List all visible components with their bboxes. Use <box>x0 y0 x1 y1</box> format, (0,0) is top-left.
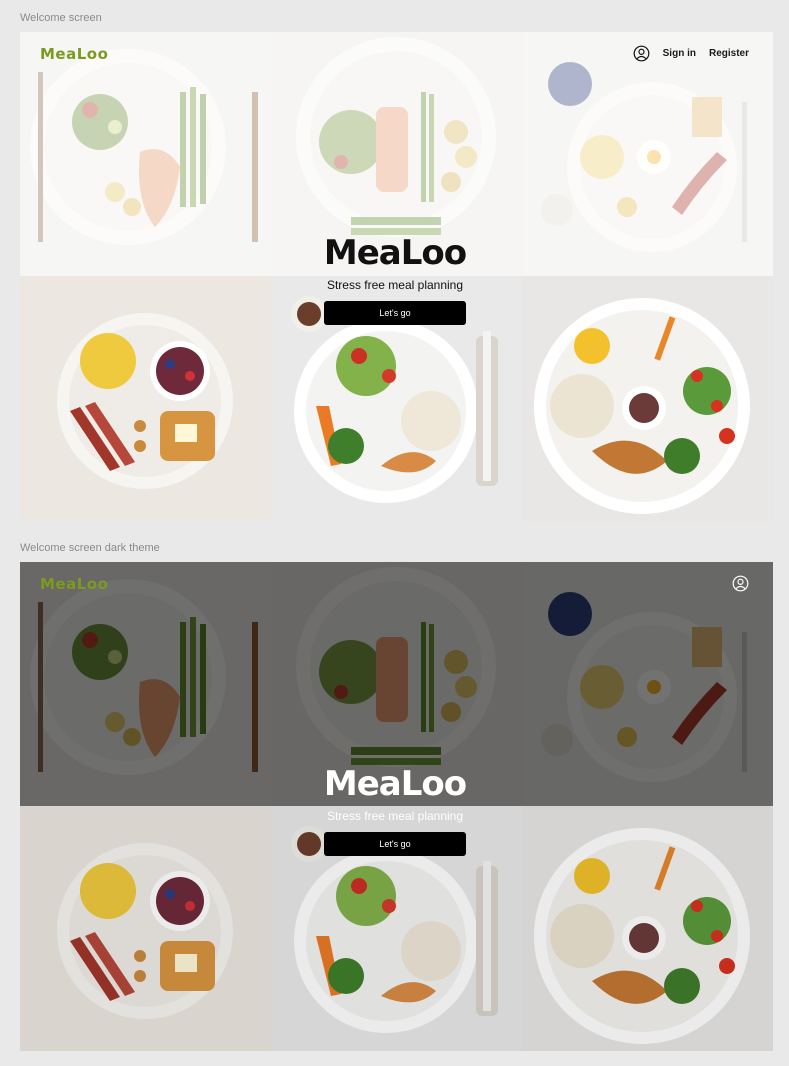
top-nav: Sign in Register <box>633 45 749 62</box>
lets-go-button[interactable]: Let's go <box>324 832 466 856</box>
sign-in-link[interactable]: Sign in <box>663 48 696 59</box>
register-link[interactable]: Register <box>709 48 749 59</box>
hero: MeaLoo Stress free meal planning Let's g… <box>315 761 475 856</box>
welcome-screen-dark-frame: MeaLoo MeaLoo Stress free meal planning … <box>20 562 773 1051</box>
brand-logo[interactable]: MeaLoo <box>40 45 108 63</box>
food-tile-rice-vegetables <box>522 276 773 521</box>
top-nav <box>732 575 749 592</box>
hero-subtitle: Stress free meal planning <box>326 278 464 292</box>
food-tile-breakfast-berries <box>20 806 271 1051</box>
food-tile-salmon-potato <box>20 32 271 276</box>
welcome-screen-frame: MeaLoo Sign in Register MeaLoo Stress fr… <box>20 32 773 521</box>
hero-subtitle: Stress free meal planning <box>326 809 464 823</box>
food-tile-egg-bacon <box>522 32 773 276</box>
food-tile-salmon-potato <box>20 562 271 806</box>
user-icon[interactable] <box>732 575 749 592</box>
hero: MeaLoo Stress free meal planning Let's g… <box>315 230 475 325</box>
frame-label-welcome-dark: Welcome screen dark theme <box>20 542 160 554</box>
hero-title: MeaLoo <box>323 764 467 804</box>
user-icon[interactable] <box>633 45 650 62</box>
brand-logo[interactable]: MeaLoo <box>40 575 108 593</box>
lets-go-button[interactable]: Let's go <box>324 301 466 325</box>
food-tile-rice-vegetables <box>522 806 773 1051</box>
hero-title: MeaLoo <box>323 233 467 273</box>
food-tile-breakfast-berries <box>20 276 271 521</box>
frame-label-welcome: Welcome screen <box>20 12 102 24</box>
food-tile-egg-bacon <box>522 562 773 806</box>
